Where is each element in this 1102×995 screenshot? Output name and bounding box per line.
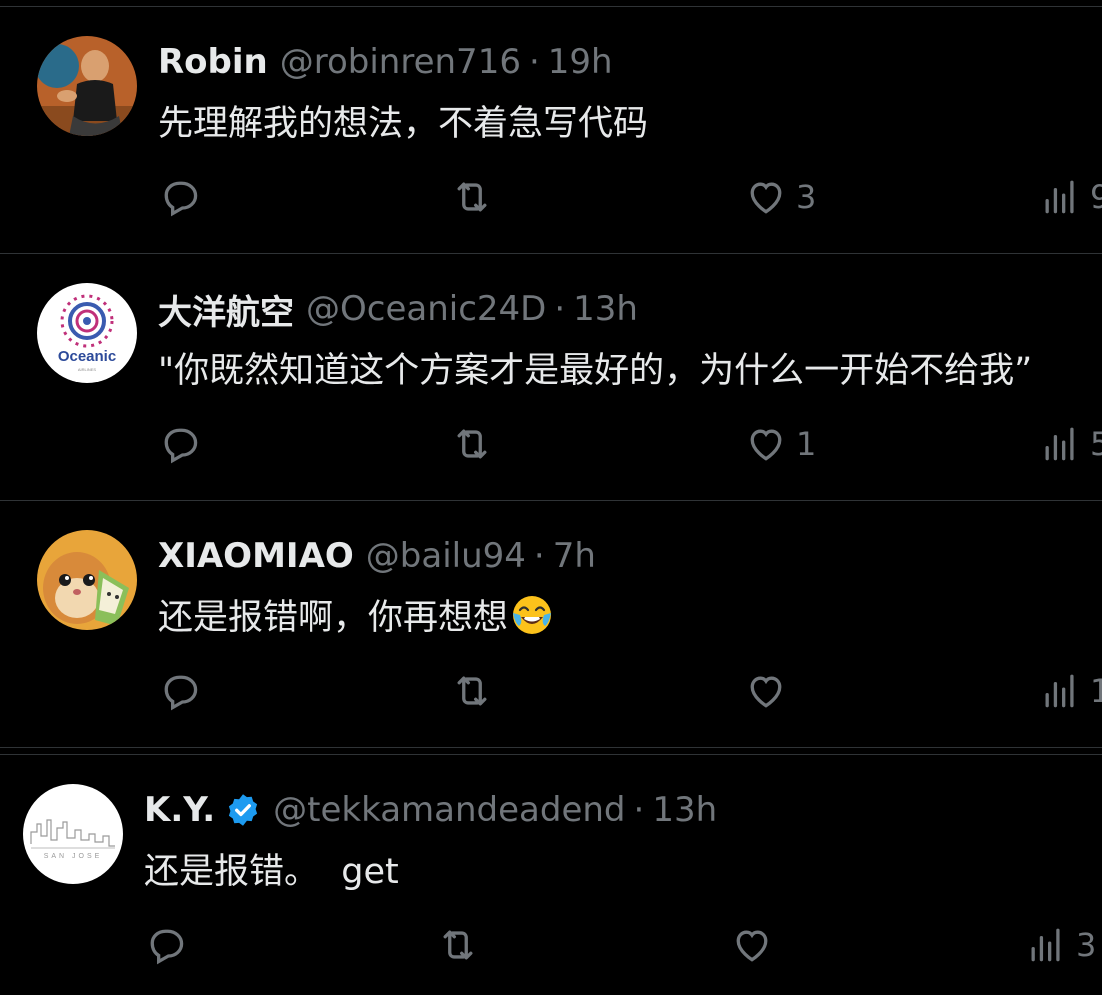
retweet-icon bbox=[457, 676, 487, 706]
action-bar: 1 5 bbox=[0, 419, 1102, 469]
oceanic-logo-text: Oceanic bbox=[58, 348, 116, 365]
tweet-text: 还是报错。 get bbox=[144, 852, 399, 892]
views-button[interactable]: 5 bbox=[1038, 419, 1102, 469]
action-bar: 1 bbox=[0, 666, 1102, 716]
user-handle[interactable]: @bailu94 bbox=[366, 536, 526, 576]
reply-button[interactable] bbox=[158, 666, 202, 716]
action-bar: 3 9 bbox=[0, 172, 1102, 222]
tweet-text-content: 还是报错啊，你再想想 bbox=[158, 598, 509, 638]
display-name[interactable]: XIAOMIAO bbox=[158, 536, 354, 576]
avatar[interactable] bbox=[37, 530, 137, 630]
like-count: 1 bbox=[796, 425, 817, 463]
tweet-text: 先理解我的想法，不着急写代码 bbox=[158, 104, 649, 144]
views-icon bbox=[1045, 180, 1074, 214]
author-row: K.Y. @tekkamandeadend · 13h bbox=[144, 788, 717, 832]
tweet-text: "你既然知道这个方案才是最好的，为什么一开始不给我” bbox=[158, 351, 1033, 391]
like-icon bbox=[736, 930, 768, 962]
reply-icon bbox=[150, 929, 184, 965]
tweet[interactable]: SAN JOSE K.Y. @tekkamandeadend · 13h 还是报… bbox=[0, 754, 1102, 995]
reply-icon bbox=[164, 675, 198, 711]
reply-icon bbox=[164, 181, 198, 217]
views-icon bbox=[1031, 928, 1060, 962]
svg-text:SAN JOSE: SAN JOSE bbox=[44, 853, 103, 860]
user-handle[interactable]: @robinren716 bbox=[280, 42, 521, 82]
tweet-text: 还是报错啊，你再想想 bbox=[158, 589, 554, 640]
reply-button[interactable] bbox=[158, 172, 202, 222]
user-handle[interactable]: @tekkamandeadend bbox=[273, 790, 625, 830]
timestamp[interactable]: 19h bbox=[548, 42, 613, 82]
like-button[interactable] bbox=[730, 920, 782, 970]
separator-dot: · bbox=[633, 790, 645, 830]
views-icon bbox=[1045, 427, 1074, 461]
retweet-button[interactable] bbox=[450, 419, 494, 469]
separator-dot: · bbox=[554, 289, 566, 329]
display-name[interactable]: 大洋航空 bbox=[158, 285, 294, 334]
avatar[interactable] bbox=[37, 36, 137, 136]
retweet-icon bbox=[457, 429, 487, 459]
tweet[interactable]: Oceanic AIRLINES 大洋航空 @Oceanic24D · 13h … bbox=[0, 254, 1102, 501]
like-count: 3 bbox=[796, 178, 817, 216]
reply-button[interactable] bbox=[144, 920, 188, 970]
tweet[interactable]: XIAOMIAO @bailu94 · 7h 还是报错啊，你再想想 bbox=[0, 501, 1102, 748]
author-row: XIAOMIAO @bailu94 · 7h bbox=[158, 534, 596, 578]
views-count: 3 bbox=[1076, 926, 1097, 964]
views-button[interactable]: 1 bbox=[1038, 666, 1102, 716]
timestamp[interactable]: 13h bbox=[573, 289, 638, 329]
like-icon bbox=[750, 429, 782, 461]
views-count: 5 bbox=[1090, 425, 1102, 463]
reply-button[interactable] bbox=[158, 419, 202, 469]
author-row: Robin @robinren716 · 19h bbox=[158, 40, 613, 84]
user-handle[interactable]: @Oceanic24D bbox=[306, 289, 546, 329]
display-name[interactable]: Robin bbox=[158, 42, 268, 82]
timestamp[interactable]: 7h bbox=[553, 536, 596, 576]
retweet-button[interactable] bbox=[450, 666, 494, 716]
action-bar: 3 bbox=[0, 920, 1102, 970]
reply-feed: Robin @robinren716 · 19h 先理解我的想法，不着急写代码 … bbox=[0, 7, 1102, 995]
verified-badge-icon bbox=[229, 794, 258, 826]
like-button[interactable]: 3 bbox=[744, 172, 816, 222]
retweet-icon bbox=[443, 930, 473, 960]
views-button[interactable]: 3 bbox=[1024, 920, 1096, 970]
avatar[interactable]: SAN JOSE bbox=[23, 784, 123, 884]
separator-dot: · bbox=[528, 42, 540, 82]
author-row: 大洋航空 @Oceanic24D · 13h bbox=[158, 285, 638, 334]
like-icon bbox=[750, 182, 782, 214]
svg-text:AIRLINES: AIRLINES bbox=[78, 367, 97, 372]
retweet-button[interactable] bbox=[436, 920, 480, 970]
like-button[interactable] bbox=[744, 666, 796, 716]
reply-icon bbox=[164, 428, 198, 464]
display-name[interactable]: K.Y. bbox=[144, 790, 215, 830]
views-icon bbox=[1045, 674, 1074, 708]
like-button[interactable]: 1 bbox=[744, 419, 816, 469]
views-count: 9 bbox=[1090, 178, 1102, 216]
top-divider bbox=[0, 0, 1102, 7]
like-icon bbox=[750, 676, 782, 708]
avatar[interactable]: Oceanic AIRLINES bbox=[37, 283, 137, 383]
retweet-button[interactable] bbox=[450, 172, 494, 222]
separator-dot: · bbox=[533, 536, 545, 576]
face-with-tears-of-joy-icon bbox=[513, 596, 552, 634]
tweet[interactable]: Robin @robinren716 · 19h 先理解我的想法，不着急写代码 … bbox=[0, 7, 1102, 254]
views-button[interactable]: 9 bbox=[1038, 172, 1102, 222]
views-count: 1 bbox=[1090, 672, 1102, 710]
retweet-icon bbox=[457, 182, 487, 212]
timestamp[interactable]: 13h bbox=[652, 790, 717, 830]
